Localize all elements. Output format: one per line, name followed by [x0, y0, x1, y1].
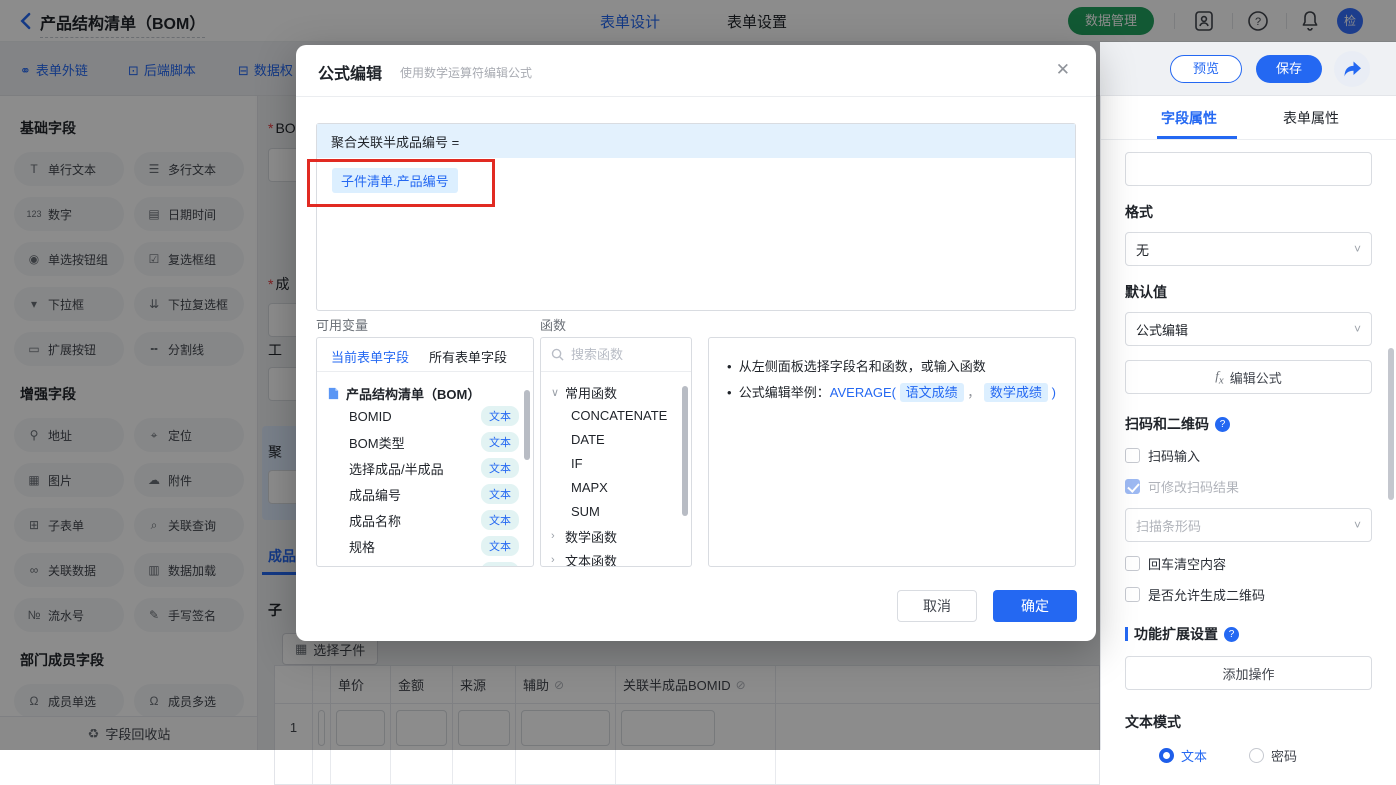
variable-item[interactable]: 规格 文本	[349, 533, 519, 559]
property-panel: 字段属性 表单属性 格式 无 ˅ 默认值 公式编辑 ˅ fx 编辑公式 扫码和二维码?…	[1100, 96, 1396, 764]
chevron-down-icon: ˅	[1353, 518, 1361, 532]
functions-scrollbar[interactable]	[682, 386, 688, 516]
formula-editor[interactable]: 聚合关联半成品编号 = 子件清单.产品编号	[316, 123, 1076, 311]
format-label: 格式	[1125, 204, 1153, 220]
text-mode-label: 文本模式	[1125, 714, 1181, 730]
fx-icon: fx	[1215, 367, 1224, 387]
help-badge-icon[interactable]: ?	[1224, 626, 1239, 642]
active-tab-underline	[1157, 136, 1237, 139]
field-name-input[interactable]	[1125, 152, 1372, 186]
default-value-label: 默认值	[1125, 284, 1167, 300]
scan-mode-select[interactable]: 扫描条形码 ˅	[1125, 508, 1372, 542]
variable-item[interactable]: BOMID 文本	[349, 403, 519, 429]
extension-section-header: 功能扩展设置?	[1125, 624, 1372, 644]
caret-right-icon: ›	[551, 530, 555, 542]
default-value-select[interactable]: 公式编辑 ˅	[1125, 312, 1372, 346]
share-button[interactable]	[1334, 51, 1370, 87]
scan-input-checkbox[interactable]: 扫码输入	[1125, 446, 1372, 465]
modal-title: 公式编辑	[318, 66, 383, 83]
radio-text-selected[interactable]	[1159, 748, 1174, 763]
checkbox-unchecked-icon[interactable]	[1125, 448, 1140, 463]
help-badge-icon[interactable]: ?	[1215, 416, 1230, 432]
tab-field-properties[interactable]: 字段属性	[1161, 108, 1217, 128]
variable-item[interactable]: 选择成品/半成品 文本	[349, 455, 519, 481]
tab-all-form-fields[interactable]: 所有表单字段	[429, 347, 507, 366]
function-group-math[interactable]: › 数学函数	[551, 524, 691, 548]
checkbox-checked-icon[interactable]	[1125, 479, 1140, 494]
radio-password[interactable]	[1249, 748, 1265, 763]
function-group-text[interactable]: › 文本函数	[551, 548, 691, 567]
functions-label: 函数	[540, 318, 567, 333]
checkbox-unchecked-icon[interactable]	[1125, 587, 1140, 602]
variables-tree-root[interactable]: 产品结构清单（BOM）	[327, 384, 533, 403]
variable-item[interactable]: 成品编号 文本	[349, 481, 519, 507]
function-item[interactable]: IF	[571, 452, 691, 476]
format-select[interactable]: 无 ˅	[1125, 232, 1372, 266]
checkbox-unchecked-icon[interactable]	[1125, 556, 1140, 571]
tip-line-1: • 从左侧面板选择字段名和函数，或输入函数	[727, 359, 986, 374]
tips-panel: • 从左侧面板选择字段名和函数，或输入函数 • 公式编辑举例：AVERAGE( …	[708, 337, 1076, 567]
scan-section-header: 扫码和二维码?	[1125, 414, 1372, 434]
type-tag: 文本	[481, 510, 519, 530]
function-item[interactable]: DATE	[571, 428, 691, 452]
type-tag: 文本	[481, 432, 519, 452]
tab-form-properties[interactable]: 表单属性	[1283, 108, 1339, 128]
scan-editable-checkbox[interactable]: 可修改扫码结果	[1125, 477, 1372, 496]
chevron-down-icon: ˅	[1353, 242, 1361, 256]
formula-lhs: 聚合关联半成品编号 =	[317, 124, 1075, 158]
close-icon[interactable]: ✕	[1056, 60, 1070, 80]
modal-header: 公式编辑 使用数学运算符编辑公式 ✕	[296, 45, 1096, 97]
type-tag: 文本	[481, 458, 519, 478]
caret-right-icon: ›	[551, 554, 555, 566]
variables-panel: 当前表单字段 所有表单字段 产品结构清单（BOM） BOMID 文本 BOM类型文…	[316, 337, 534, 567]
function-item[interactable]: CONCATENATE	[571, 404, 691, 428]
type-tag: 文本	[481, 536, 519, 556]
radio-text-label[interactable]: 文本	[1181, 746, 1207, 765]
tab-current-form-fields[interactable]: 当前表单字段	[331, 347, 409, 366]
example-field-tag: 语文成绩	[899, 383, 964, 402]
variable-item[interactable]: BOM类型 文本	[349, 429, 519, 455]
form-doc-icon	[328, 387, 339, 400]
function-search[interactable]	[541, 338, 691, 372]
cancel-button[interactable]: 取消	[897, 590, 977, 622]
property-tabs: 字段属性 表单属性	[1101, 96, 1396, 140]
variables-scrollbar[interactable]	[524, 390, 530, 460]
type-tag: 文本	[481, 406, 519, 426]
function-search-input[interactable]	[571, 347, 671, 362]
radio-password-label[interactable]: 密码	[1271, 746, 1297, 765]
modal-subtitle: 使用数学运算符编辑公式	[400, 66, 533, 80]
chevron-down-icon: ˅	[1353, 322, 1361, 336]
example-field-tag: 数学成绩	[983, 383, 1048, 402]
caret-down-icon: ∨	[551, 386, 560, 399]
formula-field-tag[interactable]: 子件清单.产品编号	[332, 168, 458, 193]
search-icon	[551, 348, 564, 361]
variables-label: 可用变量	[316, 318, 369, 333]
share-arrow-icon	[1344, 61, 1361, 77]
function-item[interactable]: MAPX	[571, 476, 691, 500]
preview-button[interactable]: 预览	[1170, 55, 1242, 83]
functions-panel: ∨常用函数 CONCATENATE DATE IF MAPX SUM ›数学函数…	[540, 337, 692, 567]
overlay-dim-top	[0, 0, 1396, 42]
panel-scrollbar[interactable]	[1388, 348, 1394, 500]
allow-qr-checkbox[interactable]: 是否允许生成二维码	[1125, 585, 1372, 604]
variable-item[interactable]: 成品名称 文本	[349, 507, 519, 533]
formula-edit-modal: 公式编辑 使用数学运算符编辑公式 ✕ 聚合关联半成品编号 = 子件清单.产品编号…	[296, 45, 1096, 641]
type-tag: 文本	[481, 484, 519, 504]
variable-item-clipped[interactable]: 文本	[349, 559, 519, 566]
function-item[interactable]: SUM	[571, 500, 691, 524]
section-bar	[1125, 627, 1128, 641]
edit-formula-button[interactable]: fx 编辑公式	[1125, 360, 1372, 394]
add-action-button[interactable]: 添加操作	[1125, 656, 1372, 690]
function-group-common[interactable]: ∨ 常用函数	[551, 380, 691, 404]
save-button[interactable]: 保存	[1256, 55, 1322, 83]
enter-clear-checkbox[interactable]: 回车清空内容	[1125, 554, 1372, 573]
tip-line-2: • 公式编辑举例：AVERAGE( 语文成绩 ， 数学成绩 )	[727, 383, 1056, 402]
confirm-button[interactable]: 确定	[993, 590, 1077, 622]
